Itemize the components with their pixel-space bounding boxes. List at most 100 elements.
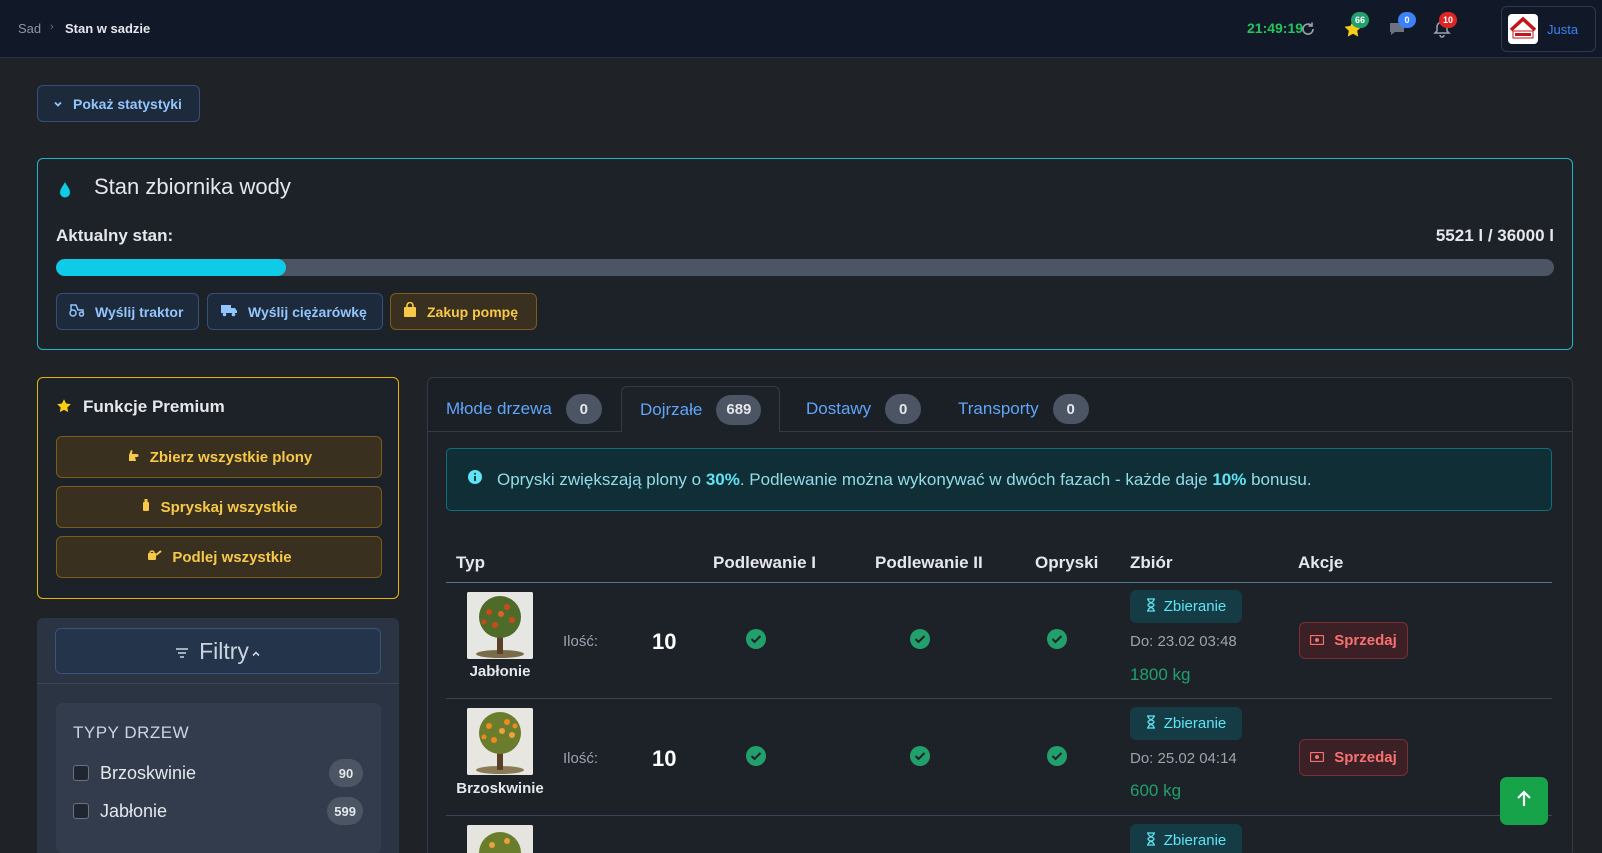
hourglass-icon xyxy=(1146,597,1156,616)
apple-tree-image xyxy=(467,592,533,659)
filters-title: Filtry xyxy=(199,637,249,664)
messages-badge: 0 xyxy=(1398,12,1416,28)
tab-count: 0 xyxy=(885,394,922,424)
check-circle-icon xyxy=(1047,746,1067,766)
send-truck-label: Wyślij ciężarówkę xyxy=(248,303,367,320)
orchard-main-panel: Młode drzewa 0 Dojrzałe 689 Dostawy 0 Tr… xyxy=(427,377,1573,853)
shopping-bag-icon xyxy=(403,301,417,321)
arrow-up-icon xyxy=(1516,789,1532,813)
harvest-amount: 1800 kg xyxy=(1130,665,1191,684)
tree-type-row[interactable]: Brzoskwinie 90 xyxy=(73,758,363,788)
checkbox[interactable] xyxy=(73,765,89,781)
premium-title: Funkcje Premium xyxy=(83,397,225,416)
tabs-bar: Młode drzewa 0 Dojrzałe 689 Dostawy 0 Tr… xyxy=(428,378,1572,432)
tree-name: Brzoskwinie xyxy=(456,780,544,797)
tab-mature[interactable]: Dojrzałe 689 xyxy=(621,386,781,432)
harvest-all-button[interactable]: Zbierz wszystkie plony xyxy=(56,436,382,478)
filters-toggle-button[interactable]: Filtry xyxy=(55,628,381,674)
tree-type-count: 90 xyxy=(329,759,363,787)
watering-can-icon xyxy=(146,548,163,566)
tree-types-filter: TYPY DRZEW Brzoskwinie 90 Jabłonie 599 xyxy=(56,703,381,853)
tab-label: Młode drzewa xyxy=(446,399,552,418)
notifications-badge: 10 xyxy=(1439,12,1458,28)
tree-type-count: 599 xyxy=(327,797,363,825)
tab-count: 0 xyxy=(565,394,602,424)
header-water-1: Podlewanie I xyxy=(713,553,816,572)
buy-pump-label: Zakup pompę xyxy=(427,303,519,320)
water-level-label: Aktualny stan: xyxy=(56,226,174,245)
hourglass-icon xyxy=(1146,832,1156,850)
harvest-status-label: Zbieranie xyxy=(1163,598,1227,615)
chevron-down-icon xyxy=(53,96,63,112)
water-level-value: 5521 l / 36000 l xyxy=(1435,226,1554,245)
tree-type-name: Jabłonie xyxy=(100,800,168,821)
harvest-status-badge: Zbieranie xyxy=(1130,824,1242,853)
check-circle-icon xyxy=(1047,629,1067,649)
sell-button[interactable]: Sprzedaj xyxy=(1299,622,1408,659)
star-icon xyxy=(56,398,72,419)
harvest-all-label: Zbierz wszystkie plony xyxy=(149,448,313,466)
check-circle-icon xyxy=(746,746,766,766)
water-all-button[interactable]: Podlej wszystkie xyxy=(56,536,382,578)
water-progress-bar xyxy=(56,259,1554,276)
send-truck-button[interactable]: Wyślij ciężarówkę xyxy=(207,293,383,330)
hand-icon xyxy=(126,448,140,466)
money-icon xyxy=(1310,632,1325,649)
show-stats-label: Pokaż statystyki xyxy=(73,95,182,112)
premium-features-card: Funkcje Premium Zbierz wszystkie plony S… xyxy=(37,377,399,599)
tab-transports[interactable]: Transporty 0 xyxy=(940,386,1107,432)
info-icon xyxy=(467,469,483,490)
spray-can-icon xyxy=(141,498,151,516)
tab-young-trees[interactable]: Młode drzewa 0 xyxy=(428,386,620,432)
show-stats-button[interactable]: Pokaż statystyki xyxy=(37,85,200,122)
harvest-status-label: Zbieranie xyxy=(1163,715,1227,732)
scroll-to-top-button[interactable] xyxy=(1500,777,1548,825)
divider xyxy=(446,698,1552,699)
filters-panel: Filtry TYPY DRZEW Brzoskwinie 90 Jabłoni… xyxy=(37,618,399,853)
breadcrumb-parent[interactable]: Sad xyxy=(18,21,41,36)
harvest-amount: 600 kg xyxy=(1130,781,1182,800)
tab-label: Dostawy xyxy=(806,399,872,418)
tab-label: Transporty xyxy=(958,399,1039,418)
breadcrumb-separator: › xyxy=(50,21,54,33)
avatar xyxy=(1508,14,1538,44)
sell-label: Sprzedaj xyxy=(1334,632,1397,649)
tractor-icon xyxy=(69,303,85,320)
refresh-icon[interactable] xyxy=(1298,19,1318,39)
filter-icon xyxy=(175,638,189,665)
tab-deliveries[interactable]: Dostawy 0 xyxy=(788,386,939,432)
money-icon xyxy=(1310,749,1325,766)
hourglass-icon xyxy=(1146,714,1156,733)
tab-count: 689 xyxy=(716,394,762,425)
buy-pump-button[interactable]: Zakup pompę xyxy=(390,293,537,330)
tree-image xyxy=(467,825,533,853)
water-title: Stan zbiornika wody xyxy=(94,174,291,199)
send-tractor-button[interactable]: Wyślij traktor xyxy=(56,293,199,330)
check-circle-icon xyxy=(910,629,930,649)
water-all-label: Podlej wszystkie xyxy=(172,548,292,566)
header-actions: Akcje xyxy=(1298,553,1344,572)
water-tank-card: Stan zbiornika wody Aktualny stan: 5521 … xyxy=(37,158,1573,350)
header-water-2: Podlewanie II xyxy=(875,553,983,572)
harvest-deadline: Do: 23.02 03:48 xyxy=(1130,633,1237,650)
divider xyxy=(446,815,1552,816)
header-type: Typ xyxy=(456,553,485,572)
user-menu[interactable]: Justa xyxy=(1501,6,1596,52)
check-circle-icon xyxy=(746,629,766,649)
sell-button[interactable]: Sprzedaj xyxy=(1299,739,1408,776)
filters-header: Filtry xyxy=(37,618,399,684)
tree-type-name: Brzoskwinie xyxy=(100,762,197,783)
top-bar: Sad › Stan w sadzie 21:49:19 66 0 10 Jus… xyxy=(0,0,1602,58)
checkbox[interactable] xyxy=(73,803,89,819)
peach-tree-image xyxy=(467,708,533,775)
quantity-label: Ilość: xyxy=(563,750,599,767)
spray-all-button[interactable]: Spryskaj wszystkie xyxy=(56,486,382,528)
check-circle-icon xyxy=(910,746,930,766)
chevron-up-icon xyxy=(251,638,261,665)
sell-label: Sprzedaj xyxy=(1334,749,1397,766)
info-alert: Opryski zwiększają plony o 30%. Podlewan… xyxy=(446,448,1552,511)
tree-type-row[interactable]: Jabłonie 599 xyxy=(73,796,363,826)
clock: 21:49:19 xyxy=(1247,20,1304,36)
harvest-status-badge: Zbieranie xyxy=(1130,707,1242,740)
stars-badge: 66 xyxy=(1351,12,1370,28)
